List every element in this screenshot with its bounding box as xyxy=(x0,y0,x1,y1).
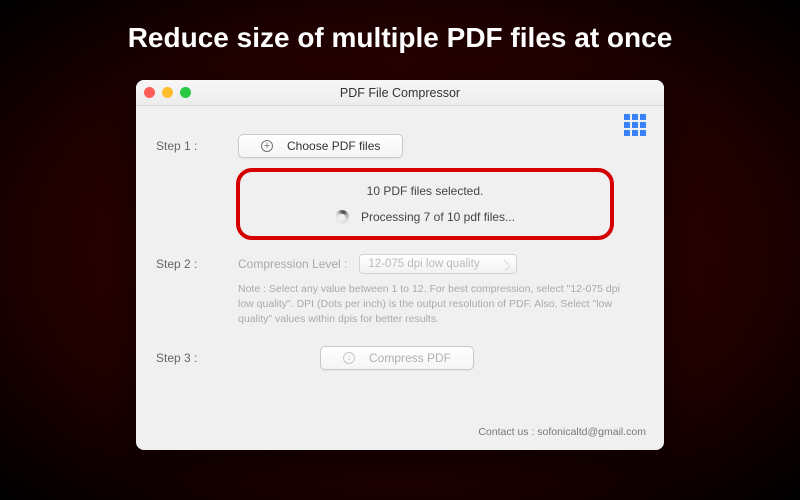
compression-note: Note : Select any value between 1 to 12.… xyxy=(238,282,638,328)
zoom-icon[interactable] xyxy=(180,87,191,98)
marketing-headline: Reduce size of multiple PDF files at onc… xyxy=(0,0,800,54)
plus-icon: + xyxy=(261,140,273,152)
compress-pdf-button[interactable]: ↓ Compress PDF xyxy=(320,346,474,370)
files-selected-text: 10 PDF files selected. xyxy=(250,184,600,198)
contact-label: Contact us : xyxy=(478,426,534,438)
compression-level-select[interactable]: 12-075 dpi low quality xyxy=(359,254,517,274)
processing-text: Processing 7 of 10 pdf files... xyxy=(361,210,515,224)
window-titlebar: PDF File Compressor xyxy=(136,80,664,106)
contact-info: Contact us : sofonicaltd@gmail.com xyxy=(478,426,646,438)
step1-row: Step 1 : + Choose PDF files xyxy=(156,134,644,158)
minimize-icon[interactable] xyxy=(162,87,173,98)
contact-email: sofonicaltd@gmail.com xyxy=(537,426,646,438)
download-icon: ↓ xyxy=(343,352,355,364)
traffic-lights xyxy=(144,87,191,98)
compression-level-value: 12-075 dpi low quality xyxy=(368,258,479,270)
compression-level-label: Compression Level : xyxy=(238,257,347,271)
processing-status: Processing 7 of 10 pdf files... xyxy=(250,210,600,224)
compress-pdf-button-label: Compress PDF xyxy=(369,351,451,365)
status-highlight: 10 PDF files selected. Processing 7 of 1… xyxy=(236,168,614,240)
grid-view-icon[interactable] xyxy=(624,114,646,136)
choose-pdf-button[interactable]: + Choose PDF files xyxy=(238,134,403,158)
window-title: PDF File Compressor xyxy=(136,86,664,100)
app-window: PDF File Compressor Step 1 : + Choose PD… xyxy=(136,80,664,450)
window-body: Step 1 : + Choose PDF files 10 PDF files… xyxy=(136,106,664,450)
step3-label: Step 3 : xyxy=(156,351,226,365)
step3-row: Step 3 : ↓ Compress PDF xyxy=(156,346,644,370)
spinner-icon xyxy=(335,210,349,224)
step1-label: Step 1 : xyxy=(156,139,226,153)
close-icon[interactable] xyxy=(144,87,155,98)
step2-row: Step 2 : Compression Level : 12-075 dpi … xyxy=(156,254,644,274)
step2-label: Step 2 : xyxy=(156,257,226,271)
choose-pdf-button-label: Choose PDF files xyxy=(287,139,380,153)
